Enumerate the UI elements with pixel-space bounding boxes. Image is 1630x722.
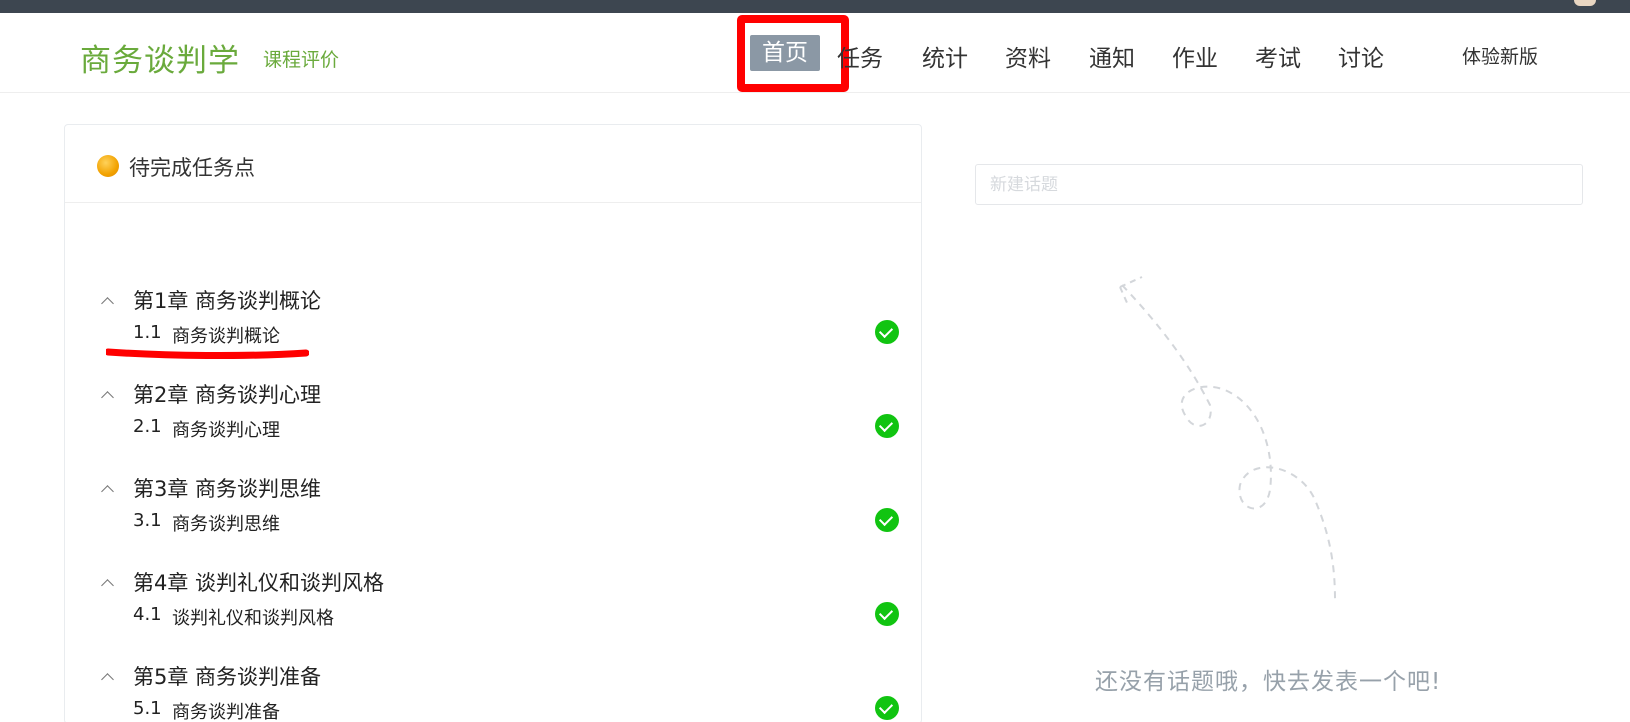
nav-item-notices[interactable]: 通知: [1089, 39, 1135, 73]
section-number[interactable]: 3.1: [133, 510, 162, 531]
course-header: 商务谈判学 课程评价 首页 任务 统计 资料 通知 作业 考试 讨论 体验新版: [0, 13, 1630, 93]
highlight-box: [737, 15, 849, 92]
chevron-up-icon[interactable]: [101, 294, 113, 306]
check-circle-icon: [875, 696, 899, 720]
panel-title: 待完成任务点: [129, 156, 255, 180]
section-number[interactable]: 1.1: [133, 322, 162, 343]
try-new-version-link[interactable]: 体验新版: [1462, 42, 1538, 69]
nav-item-materials[interactable]: 资料: [1005, 39, 1051, 73]
chapter-title[interactable]: 第2章 商务谈判心理: [133, 379, 321, 409]
red-underline-annotation: [106, 348, 309, 359]
chapter-title[interactable]: 第3章 商务谈判思维: [133, 473, 321, 503]
chevron-up-icon[interactable]: [101, 670, 113, 682]
section-title[interactable]: 商务谈判思维: [172, 510, 280, 536]
section-title[interactable]: 商务谈判心理: [172, 416, 280, 442]
section-number[interactable]: 2.1: [133, 416, 162, 437]
check-circle-icon: [875, 320, 899, 344]
new-topic-input[interactable]: [975, 164, 1583, 205]
check-circle-icon: [875, 602, 899, 626]
chapter-title[interactable]: 第4章 谈判礼仪和谈判风格: [133, 567, 384, 597]
section-title[interactable]: 商务谈判概论: [172, 322, 280, 348]
nav-item-tasks[interactable]: 任务: [837, 39, 883, 73]
section-number[interactable]: 5.1: [133, 698, 162, 719]
avatar[interactable]: [1574, 0, 1596, 6]
chevron-up-icon[interactable]: [101, 576, 113, 588]
nav-item-stats[interactable]: 统计: [922, 39, 968, 73]
top-bar: [0, 0, 1630, 13]
nav-item-homework[interactable]: 作业: [1172, 39, 1218, 73]
section-title[interactable]: 谈判礼仪和谈判风格: [172, 604, 334, 630]
empty-state-illustration: [1119, 276, 1336, 601]
chevron-up-icon[interactable]: [101, 388, 113, 400]
pending-tasks-panel: 待完成任务点 第1章 商务谈判概论 1.1 商务谈判概论 第2章 商务谈判心理 …: [64, 124, 922, 722]
section-title[interactable]: 商务谈判准备: [172, 698, 280, 722]
chevron-up-icon[interactable]: [101, 482, 113, 494]
section-number[interactable]: 4.1: [133, 604, 162, 625]
nav-item-discussion[interactable]: 讨论: [1338, 39, 1384, 73]
course-title[interactable]: 商务谈判学: [80, 35, 240, 80]
check-circle-icon: [875, 508, 899, 532]
chapter-title[interactable]: 第1章 商务谈判概论: [133, 285, 321, 315]
empty-state-text: 还没有话题哦，快去发表一个吧!: [1095, 669, 1442, 695]
orange-dot-icon: [97, 155, 119, 177]
chapter-title[interactable]: 第5章 商务谈判准备: [133, 661, 321, 691]
check-circle-icon: [875, 414, 899, 438]
course-evaluation-link[interactable]: 课程评价: [263, 45, 339, 72]
nav-item-exams[interactable]: 考试: [1255, 39, 1301, 73]
panel-header: 待完成任务点: [65, 125, 921, 203]
